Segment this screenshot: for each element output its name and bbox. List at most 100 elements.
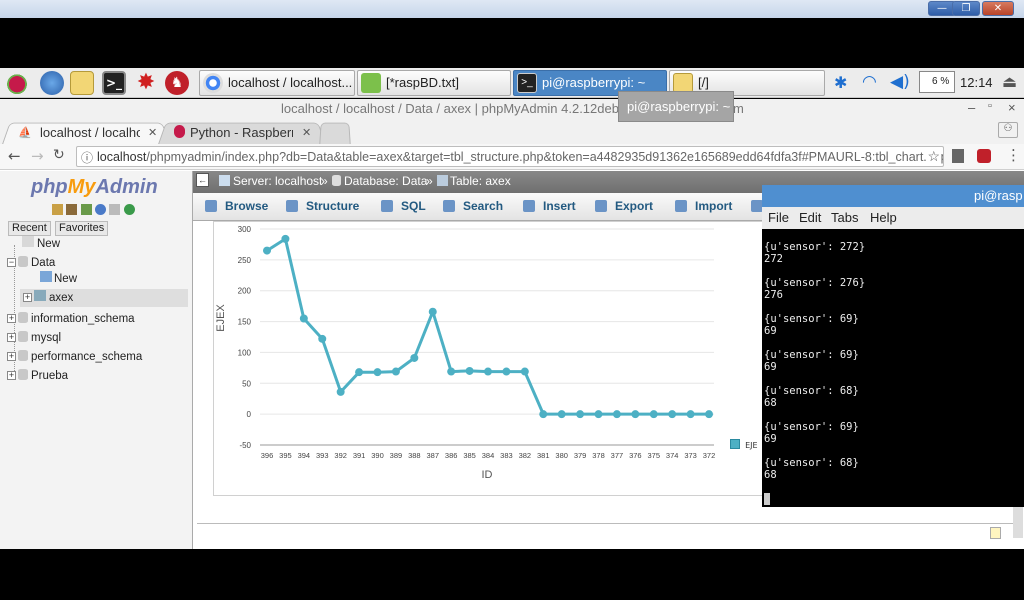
volume-icon[interactable]: ◀) [890,72,910,92]
data-point[interactable] [410,353,419,362]
minimize-icon[interactable]: – [968,100,975,115]
collapse-icon[interactable]: − [7,258,16,267]
menu-icon[interactable]: ⋮ [1006,146,1021,164]
close-icon[interactable]: ✕ [982,1,1014,16]
menu-edit[interactable]: Edit [799,210,821,225]
logout-icon[interactable] [66,204,78,215]
tree-db-data[interactable]: − Data [7,256,55,269]
data-point[interactable] [484,367,492,376]
forward-icon[interactable]: → [31,147,44,165]
maximize-icon[interactable]: ▫ [988,100,992,112]
bluetooth-icon[interactable]: ✱ [834,73,847,92]
data-point[interactable] [447,367,456,376]
back-icon[interactable]: ← [8,147,21,165]
profile-icon[interactable]: ⚇ [998,122,1018,138]
tree-db-information-schema[interactable]: + information_schema [7,312,135,325]
menu-tabs[interactable]: Tabs [831,210,858,225]
data-point[interactable] [612,410,621,419]
data-point[interactable] [594,410,603,419]
tab-search[interactable]: Search [443,199,503,213]
globe-icon[interactable] [40,71,64,95]
tab-python[interactable]: Python - Raspberry ✕ [157,122,327,145]
task-chromium[interactable]: localhost / localhost... [199,70,355,96]
expand-icon[interactable]: + [7,371,16,380]
reload-icon[interactable]: ↻ [53,147,65,163]
close-icon[interactable]: × [1008,100,1016,115]
tree-db-performance-schema[interactable]: + performance_schema [7,350,142,363]
breadcrumb-table[interactable]: Table: axex [450,174,511,188]
nav-tab-recent[interactable]: Recent [8,221,51,236]
collapse-nav-icon[interactable]: ← [196,173,209,187]
nav-tab-favorites[interactable]: Favorites [55,221,109,236]
docs-icon[interactable] [109,204,121,215]
wifi-icon[interactable]: ◠ [862,72,877,92]
data-point[interactable] [705,410,713,419]
tab-label: localhost / localho [40,125,140,140]
terminal-output[interactable]: {u'sensor': 272} 272 {u'sensor': 276} 276 {u… [762,229,1024,507]
restore-icon[interactable]: ❐ [952,1,980,16]
new-tab-button[interactable] [319,122,351,145]
data-point[interactable] [373,368,382,377]
tab-browse[interactable]: Browse [205,199,268,213]
data-point[interactable] [649,410,658,419]
tree-table-axex[interactable]: + axex [20,289,188,307]
terminal-icon[interactable]: >_ [102,71,126,95]
scrollbar[interactable] [1013,504,1023,538]
clock[interactable]: 12:14 [960,75,993,90]
close-icon[interactable]: ✕ [302,126,311,139]
reload-nav-icon[interactable] [123,204,135,215]
tree-new-table[interactable]: New [40,271,77,285]
data-point[interactable] [391,367,400,376]
raspberry-menu-icon[interactable] [5,71,29,95]
wolfram-icon[interactable]: ♞ [165,71,189,95]
data-point[interactable] [631,410,640,419]
eject-icon[interactable]: ⏏ [1002,72,1017,91]
expand-icon[interactable]: + [7,314,16,323]
tab-sql[interactable]: SQL [381,199,426,213]
home-icon[interactable] [52,204,63,215]
mathematica-icon[interactable]: ✸ [134,71,158,95]
menu-file[interactable]: File [768,210,789,225]
query-window-icon[interactable] [80,204,92,215]
info-icon[interactable]: ⓘ [81,149,93,166]
data-point[interactable] [428,307,437,316]
pma-logo[interactable]: phpMyAdmin [31,176,158,199]
breadcrumb-server[interactable]: Server: localhost [233,174,322,188]
tree-new-database[interactable]: New [22,236,60,250]
data-point[interactable] [465,366,474,375]
tab-insert[interactable]: Insert [523,199,576,213]
tab-import[interactable]: Import [675,199,732,213]
tab-export[interactable]: Export [595,199,653,213]
breadcrumb-database[interactable]: Database: Data [344,174,427,188]
bookmark-star-icon[interactable]: ☆ [927,148,940,165]
data-point[interactable] [668,410,677,419]
tab-phpmyadmin[interactable]: ⛵ localhost / localho ✕ [1,122,171,145]
ublock-icon[interactable] [977,149,991,163]
tree-db-mysql[interactable]: + mysql [7,331,61,344]
tab-structure[interactable]: Structure [286,199,359,213]
data-point[interactable] [502,367,511,376]
address-bar[interactable]: ⓘ localhost/phpmyadmin/index.php?db=Data… [76,146,944,167]
data-point[interactable] [299,314,308,323]
data-point[interactable] [281,234,290,243]
folder-icon[interactable] [70,71,94,95]
data-point[interactable] [355,368,364,377]
menu-help[interactable]: Help [870,210,897,225]
console-icon[interactable] [990,527,1001,539]
data-point[interactable] [520,367,529,376]
data-point[interactable] [576,410,585,419]
tree-db-prueba[interactable]: + Prueba [7,369,68,382]
expand-icon[interactable]: + [23,293,32,302]
close-icon[interactable]: ✕ [148,126,157,139]
extension-icon[interactable] [952,149,964,163]
help-icon[interactable] [95,204,107,215]
data-point[interactable] [263,246,271,255]
data-point[interactable] [336,387,345,396]
data-point[interactable] [318,334,327,343]
expand-icon[interactable]: + [7,352,16,361]
task-leafpad[interactable]: [*raspBD.txt] [357,70,511,96]
expand-icon[interactable]: + [7,333,16,342]
data-point[interactable] [539,410,548,419]
data-point[interactable] [557,410,566,419]
data-point[interactable] [686,410,695,419]
